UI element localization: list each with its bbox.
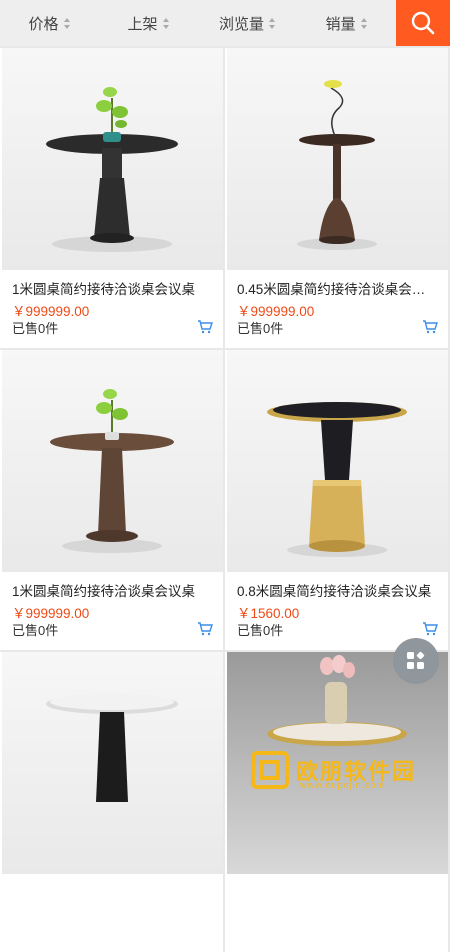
sort-views[interactable]: 浏览量 — [198, 0, 297, 46]
product-card[interactable]: 0.45米圆桌简约接待洽谈桌会议桌 ￥999999.00 已售0件 — [225, 48, 448, 348]
product-title: 1米圆桌简约接待洽谈桌会议桌 — [12, 282, 196, 297]
sort-listing-label: 上架 — [127, 15, 158, 33]
product-sold: 已售0件 — [12, 623, 59, 638]
product-card[interactable] — [0, 652, 223, 952]
sort-arrows-icon — [360, 17, 368, 29]
grid-icon — [407, 651, 425, 669]
search-icon — [411, 11, 435, 35]
product-image — [2, 48, 223, 270]
product-image — [2, 652, 223, 874]
product-card[interactable]: 1米圆桌简约接待洽谈桌会议桌 ￥999999.00 已售0件 — [0, 350, 223, 650]
product-price: ￥999999.00 — [237, 304, 315, 319]
sort-price-label: 价格 — [28, 15, 59, 33]
cart-icon[interactable] — [422, 320, 438, 334]
sort-arrows-icon — [269, 17, 276, 29]
logo-domain: www.oupojin.com — [300, 780, 386, 790]
cart-icon[interactable] — [422, 622, 438, 636]
product-sold: 已售0件 — [237, 321, 284, 336]
product-price: ￥999999.00 — [12, 304, 90, 319]
product-card[interactable] — [225, 652, 448, 952]
product-image — [227, 48, 448, 270]
product-image — [2, 350, 223, 572]
product-price: ￥1560.00 — [237, 606, 300, 621]
sort-views-label: 浏览量 — [218, 15, 264, 33]
cart-icon[interactable] — [197, 320, 213, 334]
product-price: ￥999999.00 — [12, 606, 90, 621]
sort-sales[interactable]: 销量 — [297, 0, 396, 46]
product-card[interactable]: 1米圆桌简约接待洽谈桌会议桌 ￥999999.00 已售0件 — [0, 48, 223, 348]
cart-icon[interactable] — [197, 622, 213, 636]
logo-mark-icon — [251, 751, 289, 789]
product-title: 1米圆桌简约接待洽谈桌会议桌 — [12, 584, 196, 599]
sort-sales-label: 销量 — [325, 15, 356, 33]
watermark-logo: 欧朋软件园 www.oupojin.com — [250, 745, 446, 795]
sort-listing[interactable]: 上架 — [99, 0, 198, 46]
search-button[interactable] — [396, 0, 450, 46]
sort-arrows-icon — [63, 17, 71, 29]
product-title: 0.45米圆桌简约接待洽谈桌会议桌 — [237, 282, 437, 297]
product-title: 0.8米圆桌简约接待洽谈桌会议桌 — [237, 584, 432, 599]
grid-menu-button[interactable] — [393, 638, 439, 684]
product-card[interactable]: 0.8米圆桌简约接待洽谈桌会议桌 ￥1560.00 已售0件 — [225, 350, 448, 650]
sort-price[interactable]: 价格 — [0, 0, 99, 46]
product-sold: 已售0件 — [237, 623, 284, 638]
product-image — [227, 350, 448, 572]
sort-bar: 价格 上架 浏览量 销量 — [0, 0, 450, 46]
sort-arrows-icon — [162, 17, 170, 29]
product-sold: 已售0件 — [12, 321, 59, 336]
